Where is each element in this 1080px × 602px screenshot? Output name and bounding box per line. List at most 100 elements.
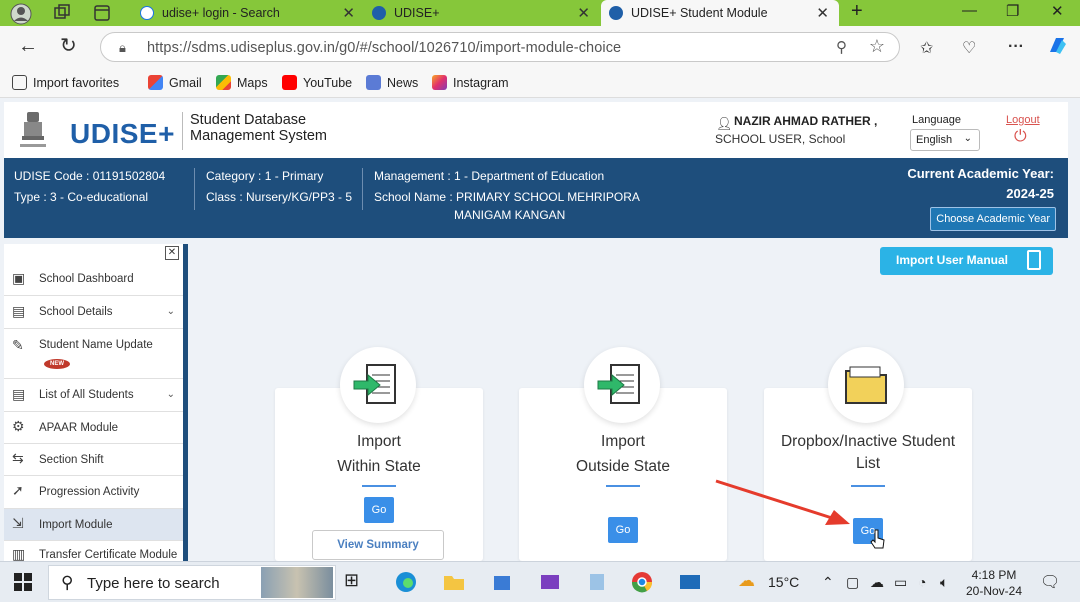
bookmark-label: News [387,75,419,90]
sidebar-item-school-dashboard[interactable]: ▣ School Dashboard [4,264,183,296]
profile-icon[interactable] [10,3,32,25]
close-sidebar-icon[interactable]: ✕ [165,246,179,260]
favorites-icon[interactable]: ✩ [920,38,933,58]
url-text[interactable]: https://sdms.udiseplus.gov.in/g0/#/schoo… [147,40,621,56]
lock-icon: 🔒︎ [119,40,126,55]
academic-year: 2024-25 [1006,186,1054,201]
refresh-icon[interactable]: ↻ [60,36,77,56]
weather-icon[interactable]: ☁ [738,571,755,591]
zoom-icon[interactable]: ⚲ [836,38,847,56]
copilot-icon[interactable] [1046,34,1068,61]
import-user-manual-button[interactable]: Import User Manual [880,247,1053,275]
tab-udise[interactable]: UDISE+ ✕ [366,0,600,26]
language-select[interactable]: English ⌄ [910,129,980,151]
list-icon: ▤ [12,386,26,402]
divider [362,168,363,210]
favorite-star-icon[interactable]: ☆ [869,36,885,57]
logout-link[interactable]: Logout [1006,114,1040,126]
user-role: SCHOOL USER, School [715,132,846,146]
edge-icon[interactable] [394,570,418,594]
chevron-down-icon: ⌄ [166,306,175,317]
notifications-icon[interactable]: 🗨︎ [1040,572,1060,592]
system-clock[interactable]: 4:18 PM 20-Nov-24 [966,567,1022,599]
window-close-icon[interactable]: ✕ [1051,2,1064,20]
media-app-icon[interactable] [538,570,562,594]
tab-udise-login-search[interactable]: udise+ login - Search ✕ [130,0,365,26]
view-summary-button[interactable]: View Summary [312,530,444,560]
power-icon[interactable]: ⏻ [1014,128,1027,146]
show-hidden-icons-icon[interactable]: ⌃ [822,574,834,591]
more-menu-icon[interactable]: ··· [1008,38,1024,56]
documents-app-icon[interactable] [586,570,610,594]
close-tab-icon[interactable]: ✕ [342,4,355,22]
cursor-icon [870,529,885,549]
volume-icon[interactable]: 🔈︎ [940,574,948,591]
bookmark-label: Instagram [453,75,509,90]
bookmark-label: Maps [237,75,268,90]
file-explorer-icon[interactable] [442,570,466,594]
sidebar: ✕ ▣ School Dashboard ▤ School Details ⌄ … [4,244,188,561]
desktop-app-icon[interactable] [678,570,702,594]
school-name-row: School Name : PRIMARY SCHOOL MEHRIPORA [374,187,640,208]
school-class: Class : Nursery/KG/PP3 - 5 [206,190,353,204]
sidebar-item-apaar-module[interactable]: ⚙ APAAR Module [4,412,183,444]
tab-actions-icon[interactable] [92,3,112,23]
restore-icon[interactable]: ❐ [1006,2,1019,20]
sidebar-item-student-name-update[interactable]: ✎ Student Name Update NEW [4,329,183,379]
windows-start-icon[interactable] [14,573,32,596]
chrome-icon[interactable] [630,570,654,594]
go-button-within-state[interactable]: Go [364,497,394,523]
back-icon[interactable]: ← [18,36,38,56]
card-title-line1: Import [601,433,645,450]
folder-icon [828,347,904,423]
choose-academic-year-button[interactable]: Choose Academic Year [930,207,1056,231]
sidebar-item-transfer-certificate-module[interactable]: ▥ Transfer Certificate Module [4,541,183,561]
task-view-icon[interactable]: ⊞ [344,570,368,594]
instagram-icon [432,75,447,90]
camera-icon[interactable]: ▢ [846,574,859,591]
youtube-icon [282,75,297,90]
sidebar-item-school-details[interactable]: ▤ School Details ⌄ [4,296,183,329]
bookmark-instagram[interactable]: Instagram [432,75,509,90]
search-icon [140,6,154,20]
chevron-down-icon: ⌄ [963,133,972,144]
sidebar-item-progression-activity[interactable]: ➚ Progression Activity [4,476,183,509]
maps-icon [216,75,231,90]
onedrive-icon[interactable]: ☁ [870,574,884,591]
bookmark-news[interactable]: News [366,75,418,90]
go-button-outside-state[interactable]: Go [608,517,638,543]
browser-essentials-icon[interactable]: ♡ [962,38,976,58]
sidebar-item-section-shift[interactable]: ⇆ Section Shift [4,444,183,476]
workspaces-icon[interactable] [52,3,72,23]
card-divider [362,485,396,487]
minimize-icon[interactable]: — [962,2,977,19]
temperature[interactable]: 15°C [768,574,799,590]
udise-logo[interactable]: UDISE+ [70,118,175,150]
udise-favicon-icon [372,6,386,20]
bookmark-youtube[interactable]: YouTube [282,75,352,90]
battery-icon[interactable]: ▭ [894,574,907,591]
tab-udise-student-module[interactable]: UDISE+ Student Module ✕ [601,0,839,26]
taskbar-search[interactable]: ⚲ Type here to search [48,565,336,600]
store-icon[interactable] [490,570,514,594]
address-bar[interactable]: 🔒︎ https://sdms.udiseplus.gov.in/g0/#/sc… [100,32,900,62]
new-badge: NEW [44,359,70,369]
wifi-icon[interactable]: ◔ [918,574,926,590]
bookmark-import-favorites[interactable]: Import favorites [12,75,119,90]
bookmark-gmail[interactable]: Gmail [148,75,202,90]
annotation-arrow [715,479,850,525]
user-edit-icon: ✎ [12,337,24,353]
sidebar-item-import-module[interactable]: ⇲ Import Module [4,509,183,541]
user-name: NAZIR AHMAD RATHER , [734,114,878,128]
close-tab-icon[interactable]: ✕ [816,4,829,22]
close-tab-icon[interactable]: ✕ [577,4,590,22]
new-tab-icon[interactable]: + [851,0,863,23]
bookmark-maps[interactable]: Maps [216,75,268,90]
sidebar-item-label: Transfer Certificate Module [39,549,178,561]
gmail-icon [148,75,163,90]
pdf-icon [1027,250,1041,270]
details-icon: ▤ [12,303,26,319]
system-name-line2: Management System [190,128,328,144]
chevron-down-icon: ⌄ [166,389,175,400]
sidebar-item-list-of-all-students[interactable]: ▤ List of All Students ⌄ [4,379,183,412]
